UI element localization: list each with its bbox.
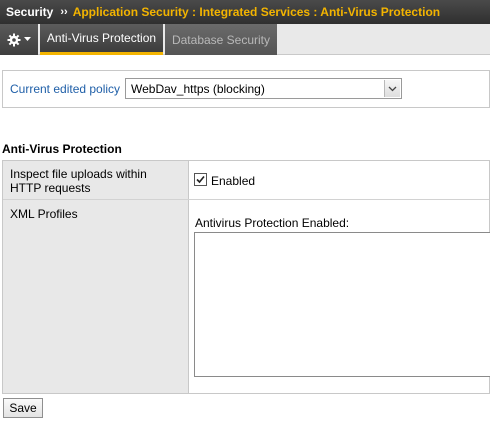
gear-menu-button[interactable]	[0, 24, 38, 55]
tab-database-security[interactable]: Database Security	[165, 24, 277, 55]
gear-icon	[7, 33, 21, 46]
tab-anti-virus-protection[interactable]: Anti-Virus Protection	[40, 24, 163, 55]
settings-table: Inspect file uploads within HTTP request…	[2, 160, 490, 394]
save-button[interactable]: Save	[3, 398, 43, 418]
breadcrumb-separator: ››	[60, 6, 68, 18]
antivirus-enabled-listbox[interactable]	[194, 232, 490, 377]
tab-bar: Anti-Virus Protection Database Security	[0, 24, 490, 55]
settings-label-column	[3, 161, 189, 393]
enabled-checkbox[interactable]	[194, 173, 207, 186]
section-title: Anti-Virus Protection	[2, 142, 122, 156]
breadcrumb-section[interactable]: Security	[6, 5, 53, 19]
dropdown-arrow-icon[interactable]	[384, 80, 400, 97]
xml-profiles-label: XML Profiles	[10, 207, 78, 221]
policy-select[interactable]: WebDav_https (blocking)	[125, 78, 402, 99]
enabled-checkbox-label[interactable]: Enabled	[211, 174, 255, 188]
inspect-uploads-label: Inspect file uploads within HTTP request…	[10, 167, 147, 195]
header-breadcrumb: Security ›› Application Security : Integ…	[0, 0, 490, 24]
policy-selector-panel: Current edited policy WebDav_https (bloc…	[2, 70, 490, 108]
breadcrumb-path: Application Security : Integrated Servic…	[72, 5, 441, 19]
policy-select-value: WebDav_https (blocking)	[131, 82, 265, 96]
row-divider	[3, 199, 489, 200]
chevron-down-icon	[24, 37, 31, 41]
checkmark-icon	[196, 175, 205, 184]
antivirus-enabled-label: Antivirus Protection Enabled:	[195, 216, 350, 230]
current-policy-label[interactable]: Current edited policy	[10, 82, 120, 96]
